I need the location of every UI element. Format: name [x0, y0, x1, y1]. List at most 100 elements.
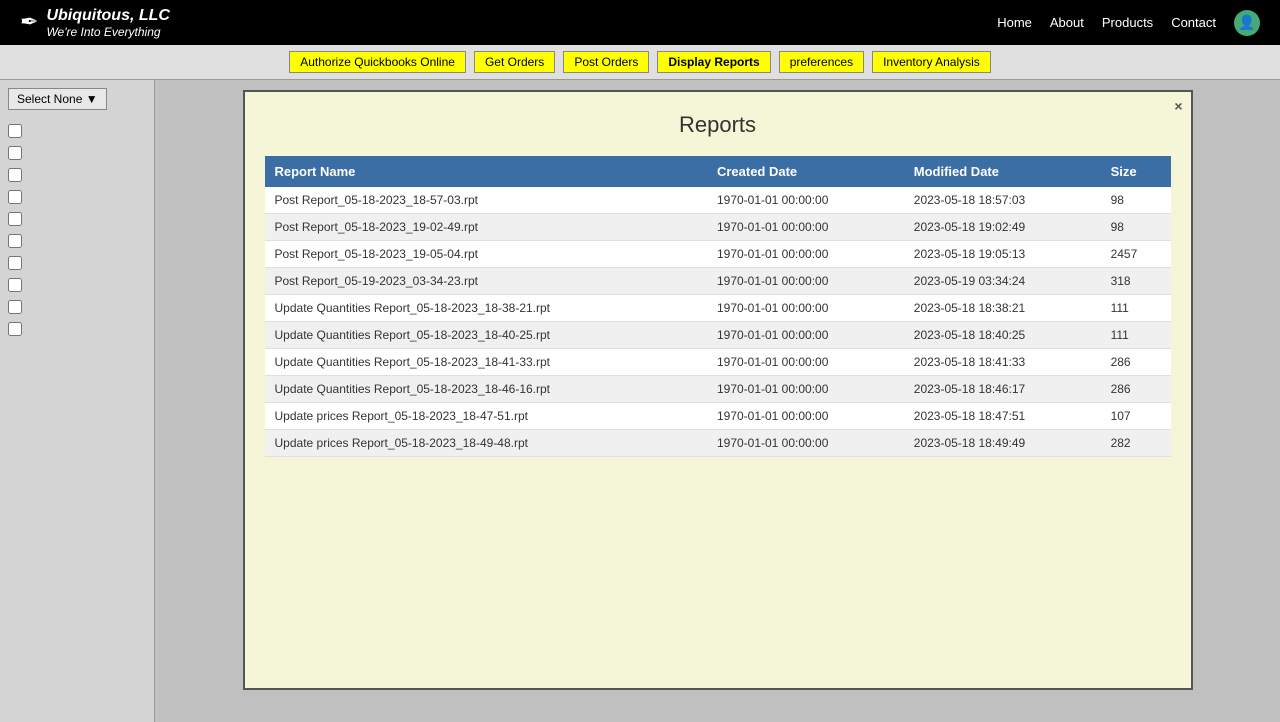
table-row[interactable]: Post Report_05-18-2023_18-57-03.rpt 1970…: [265, 187, 1171, 214]
cell-created-date: 1970-01-01 00:00:00: [707, 241, 904, 268]
logo-text: Ubiquitous, LLC We're Into Everything: [46, 6, 170, 40]
inventory-analysis-button[interactable]: Inventory Analysis: [872, 51, 991, 73]
checkbox-4[interactable]: [8, 190, 22, 204]
reports-modal: × Reports Report Name Created Date Modif…: [243, 90, 1193, 690]
tagline: We're Into Everything: [46, 25, 170, 39]
logo-icon: ✒: [20, 9, 38, 35]
checkbox-10[interactable]: [8, 322, 22, 336]
cell-size: 98: [1101, 214, 1171, 241]
col-header-modified-date: Modified Date: [904, 156, 1101, 187]
preferences-button[interactable]: preferences: [779, 51, 864, 73]
cell-modified-date: 2023-05-19 03:34:24: [904, 268, 1101, 295]
table-row[interactable]: Update Quantities Report_05-18-2023_18-4…: [265, 349, 1171, 376]
cell-modified-date: 2023-05-18 18:47:51: [904, 403, 1101, 430]
reports-table: Report Name Created Date Modified Date S…: [265, 156, 1171, 457]
cell-created-date: 1970-01-01 00:00:00: [707, 268, 904, 295]
checkbox-5[interactable]: [8, 212, 22, 226]
logo-area: ✒ Ubiquitous, LLC We're Into Everything: [20, 6, 170, 40]
nav-contact[interactable]: Contact: [1171, 15, 1216, 30]
cell-created-date: 1970-01-01 00:00:00: [707, 430, 904, 457]
col-header-report-name: Report Name: [265, 156, 707, 187]
sidebar: Select None ▼: [0, 80, 155, 722]
cell-modified-date: 2023-05-18 18:57:03: [904, 187, 1101, 214]
cell-report-name: Post Report_05-18-2023_18-57-03.rpt: [265, 187, 707, 214]
modal-close-button[interactable]: ×: [1174, 98, 1182, 114]
cell-created-date: 1970-01-01 00:00:00: [707, 349, 904, 376]
cell-size: 286: [1101, 376, 1171, 403]
modal-title: Reports: [265, 112, 1171, 138]
checkbox-item-10: [8, 322, 146, 336]
cell-created-date: 1970-01-01 00:00:00: [707, 187, 904, 214]
cell-report-name: Update Quantities Report_05-18-2023_18-3…: [265, 295, 707, 322]
post-orders-button[interactable]: Post Orders: [563, 51, 649, 73]
user-avatar-icon[interactable]: 👤: [1234, 10, 1260, 36]
cell-modified-date: 2023-05-18 18:49:49: [904, 430, 1101, 457]
cell-size: 282: [1101, 430, 1171, 457]
checkbox-item-6: [8, 234, 146, 248]
checkbox-3[interactable]: [8, 168, 22, 182]
cell-size: 107: [1101, 403, 1171, 430]
cell-report-name: Update prices Report_05-18-2023_18-47-51…: [265, 403, 707, 430]
cell-size: 111: [1101, 295, 1171, 322]
cell-modified-date: 2023-05-18 18:46:17: [904, 376, 1101, 403]
nav-products[interactable]: Products: [1102, 15, 1153, 30]
table-header-row: Report Name Created Date Modified Date S…: [265, 156, 1171, 187]
cell-size: 286: [1101, 349, 1171, 376]
checkbox-item-7: [8, 256, 146, 270]
table-row[interactable]: Update Quantities Report_05-18-2023_18-4…: [265, 322, 1171, 349]
cell-report-name: Update Quantities Report_05-18-2023_18-4…: [265, 349, 707, 376]
secondary-navigation: Authorize Quickbooks Online Get Orders P…: [0, 45, 1280, 80]
company-name: Ubiquitous, LLC: [46, 6, 170, 25]
cell-modified-date: 2023-05-18 18:40:25: [904, 322, 1101, 349]
checkbox-list: [8, 124, 146, 336]
checkbox-9[interactable]: [8, 300, 22, 314]
nav-about[interactable]: About: [1050, 15, 1084, 30]
cell-modified-date: 2023-05-18 19:05:13: [904, 241, 1101, 268]
checkbox-8[interactable]: [8, 278, 22, 292]
cell-report-name: Post Report_05-18-2023_19-02-49.rpt: [265, 214, 707, 241]
nav-home[interactable]: Home: [997, 15, 1032, 30]
top-navigation: ✒ Ubiquitous, LLC We're Into Everything …: [0, 0, 1280, 45]
table-row[interactable]: Post Report_05-18-2023_19-02-49.rpt 1970…: [265, 214, 1171, 241]
cell-size: 98: [1101, 187, 1171, 214]
table-row[interactable]: Update Quantities Report_05-18-2023_18-4…: [265, 376, 1171, 403]
checkbox-item-5: [8, 212, 146, 226]
cell-created-date: 1970-01-01 00:00:00: [707, 322, 904, 349]
checkbox-item-2: [8, 146, 146, 160]
cell-created-date: 1970-01-01 00:00:00: [707, 214, 904, 241]
cell-modified-date: 2023-05-18 18:41:33: [904, 349, 1101, 376]
table-row[interactable]: Update Quantities Report_05-18-2023_18-3…: [265, 295, 1171, 322]
col-header-size: Size: [1101, 156, 1171, 187]
main-area: Select None ▼: [0, 80, 1280, 722]
cell-created-date: 1970-01-01 00:00:00: [707, 403, 904, 430]
checkbox-6[interactable]: [8, 234, 22, 248]
cell-size: 111: [1101, 322, 1171, 349]
cell-modified-date: 2023-05-18 19:02:49: [904, 214, 1101, 241]
checkbox-item-8: [8, 278, 146, 292]
cell-report-name: Update prices Report_05-18-2023_18-49-48…: [265, 430, 707, 457]
table-row[interactable]: Update prices Report_05-18-2023_18-49-48…: [265, 430, 1171, 457]
nav-links: Home About Products Contact 👤: [997, 10, 1260, 36]
checkbox-item-3: [8, 168, 146, 182]
authorize-quickbooks-button[interactable]: Authorize Quickbooks Online: [289, 51, 466, 73]
table-row[interactable]: Update prices Report_05-18-2023_18-47-51…: [265, 403, 1171, 430]
cell-created-date: 1970-01-01 00:00:00: [707, 376, 904, 403]
display-reports-button[interactable]: Display Reports: [657, 51, 770, 73]
checkbox-item-9: [8, 300, 146, 314]
cell-report-name: Update Quantities Report_05-18-2023_18-4…: [265, 322, 707, 349]
get-orders-button[interactable]: Get Orders: [474, 51, 555, 73]
cell-modified-date: 2023-05-18 18:38:21: [904, 295, 1101, 322]
checkbox-item-4: [8, 190, 146, 204]
cell-report-name: Update Quantities Report_05-18-2023_18-4…: [265, 376, 707, 403]
modal-backdrop: × Reports Report Name Created Date Modif…: [155, 80, 1280, 722]
table-row[interactable]: Post Report_05-19-2023_03-34-23.rpt 1970…: [265, 268, 1171, 295]
select-none-button[interactable]: Select None ▼: [8, 88, 107, 110]
cell-report-name: Post Report_05-19-2023_03-34-23.rpt: [265, 268, 707, 295]
cell-created-date: 1970-01-01 00:00:00: [707, 295, 904, 322]
table-row[interactable]: Post Report_05-18-2023_19-05-04.rpt 1970…: [265, 241, 1171, 268]
checkbox-7[interactable]: [8, 256, 22, 270]
checkbox-2[interactable]: [8, 146, 22, 160]
checkbox-1[interactable]: [8, 124, 22, 138]
cell-size: 318: [1101, 268, 1171, 295]
cell-size: 2457: [1101, 241, 1171, 268]
